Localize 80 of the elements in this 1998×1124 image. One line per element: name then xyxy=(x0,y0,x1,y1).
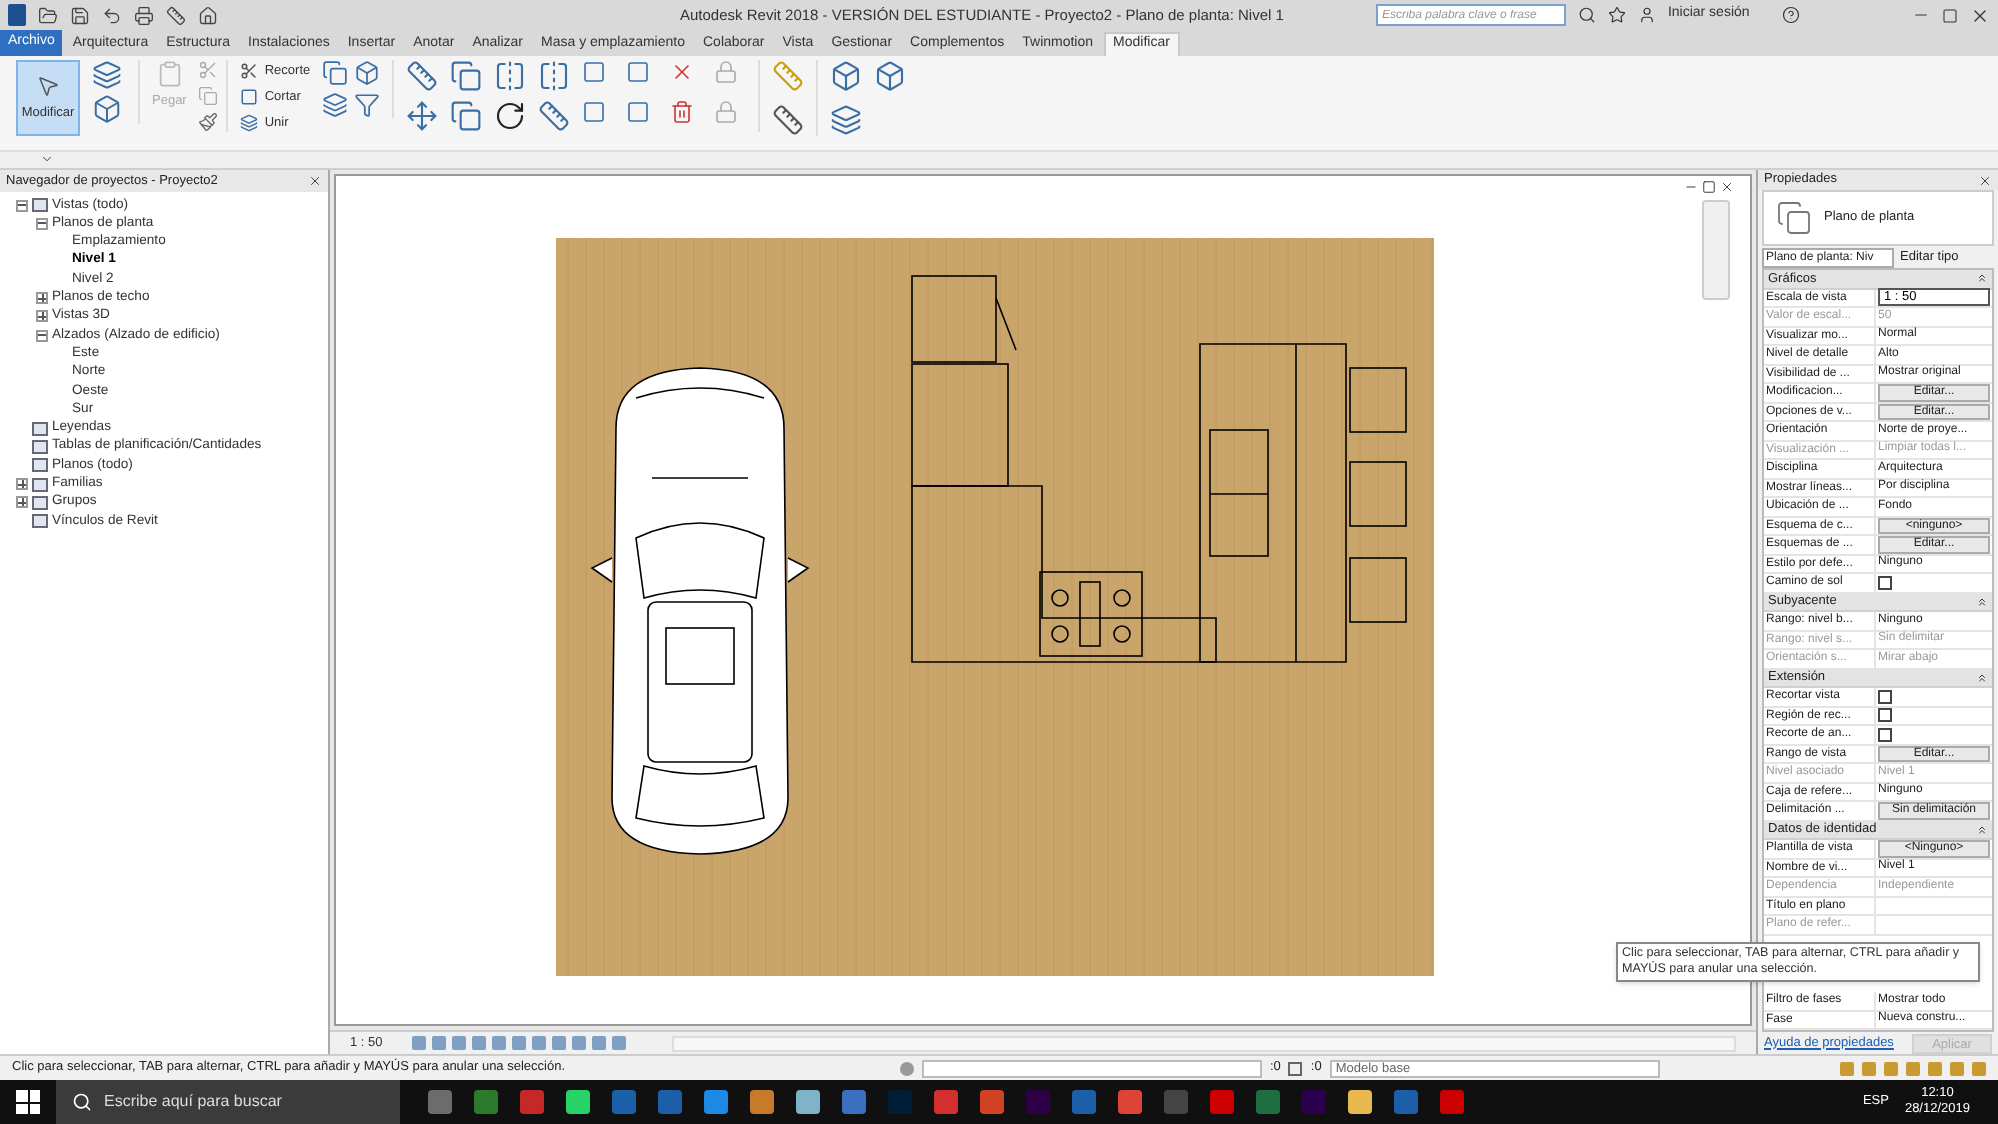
taskbar-app-icon[interactable] xyxy=(1072,1090,1096,1114)
taskbar-app-icon[interactable] xyxy=(1348,1090,1372,1114)
tree-node-icon xyxy=(32,198,48,213)
open-icon[interactable] xyxy=(38,5,58,25)
expander-icon[interactable] xyxy=(36,310,48,323)
save-icon[interactable] xyxy=(70,5,90,25)
checkbox[interactable] xyxy=(1878,708,1892,723)
scissors-icon[interactable] xyxy=(198,60,219,80)
brush-icon[interactable] xyxy=(198,112,219,132)
copy-icon[interactable] xyxy=(322,60,349,86)
close-icon[interactable] xyxy=(308,174,322,188)
taskbar-app-icon[interactable] xyxy=(566,1090,590,1114)
expander-icon[interactable] xyxy=(36,292,48,305)
print-icon[interactable] xyxy=(134,5,154,25)
expander-icon[interactable] xyxy=(16,199,28,212)
clipboard-icon xyxy=(155,60,184,88)
box-icon[interactable] xyxy=(354,60,381,86)
tree-node-icon xyxy=(32,495,48,510)
taskbar-app-icon[interactable] xyxy=(980,1090,1004,1114)
close-icon[interactable] xyxy=(1978,173,1992,188)
layers-icon[interactable] xyxy=(322,92,349,118)
taskbar-app-icon[interactable] xyxy=(750,1090,774,1114)
search-placeholder: Escribe aquí para buscar xyxy=(104,1090,282,1114)
layers-icon xyxy=(240,114,259,132)
measure-icon[interactable] xyxy=(772,104,805,136)
help-icon[interactable] xyxy=(1781,6,1800,24)
maximize-icon[interactable] xyxy=(1942,7,1958,23)
delete-icon[interactable] xyxy=(670,100,695,124)
taskbar-app-icon[interactable] xyxy=(428,1090,452,1114)
filter-icon[interactable] xyxy=(354,92,381,118)
undo-icon[interactable] xyxy=(102,5,122,25)
taskbar-app-icon[interactable] xyxy=(934,1090,958,1114)
tree-node-icon xyxy=(32,458,48,473)
horizontal-scrollbar[interactable] xyxy=(672,1035,1736,1051)
expander-icon[interactable] xyxy=(36,217,48,230)
house-icon[interactable] xyxy=(198,5,218,25)
lock-icon[interactable] xyxy=(714,60,739,84)
minimize-icon[interactable] xyxy=(1684,180,1698,194)
copy-icon[interactable] xyxy=(450,100,483,132)
taskbar-app-icon[interactable] xyxy=(1210,1090,1234,1114)
star-icon[interactable] xyxy=(1607,6,1626,24)
maximize-icon[interactable] xyxy=(1702,180,1716,194)
taskbar-app-icon[interactable] xyxy=(658,1090,682,1114)
taskbar-app-icon[interactable] xyxy=(704,1090,728,1114)
taskbar-search-field[interactable]: Escribe aquí para buscar xyxy=(56,1080,400,1124)
scissors-icon xyxy=(240,62,259,80)
windows-start-icon[interactable] xyxy=(16,1090,40,1114)
checkbox[interactable] xyxy=(1878,727,1892,742)
checkbox[interactable] xyxy=(1878,575,1892,590)
user-icon[interactable] xyxy=(1637,6,1656,24)
rotate-icon[interactable] xyxy=(494,100,527,132)
expander-icon[interactable] xyxy=(36,329,48,342)
workset-dropdown[interactable] xyxy=(922,1059,1262,1077)
measure-icon[interactable] xyxy=(166,5,186,25)
close-icon[interactable] xyxy=(1970,5,1990,25)
taskbar-app-icon[interactable] xyxy=(474,1090,498,1114)
taskbar-app-icon[interactable] xyxy=(1440,1090,1464,1114)
tree-node-icon xyxy=(32,514,48,529)
collapse-icon[interactable] xyxy=(1976,272,1988,285)
pointer-icon xyxy=(36,73,60,98)
taskbar-app-icon[interactable] xyxy=(520,1090,544,1114)
taskbar-app-icon[interactable] xyxy=(842,1090,866,1114)
taskbar-app-icon[interactable] xyxy=(1394,1090,1418,1114)
workset-icon[interactable] xyxy=(900,1061,914,1075)
square-icon xyxy=(240,88,259,106)
tree-node-icon xyxy=(32,440,48,454)
taskbar-app-icon[interactable] xyxy=(796,1090,820,1114)
taskbar-app-icon[interactable] xyxy=(1256,1090,1280,1114)
search-icon xyxy=(72,1092,92,1112)
design-options-icon[interactable] xyxy=(1288,1061,1303,1075)
checkbox[interactable] xyxy=(1878,689,1892,704)
move-icon[interactable] xyxy=(406,100,439,132)
tree-node-icon xyxy=(32,477,48,492)
close-icon[interactable] xyxy=(1720,180,1734,194)
dropdown-caret-icon[interactable] xyxy=(40,152,54,166)
taskbar-app-icon[interactable] xyxy=(1118,1090,1142,1114)
expander-icon[interactable] xyxy=(16,496,28,509)
tree-node-icon xyxy=(32,421,48,436)
taskbar-app-icon[interactable] xyxy=(612,1090,636,1114)
expander-icon[interactable] xyxy=(16,478,28,491)
